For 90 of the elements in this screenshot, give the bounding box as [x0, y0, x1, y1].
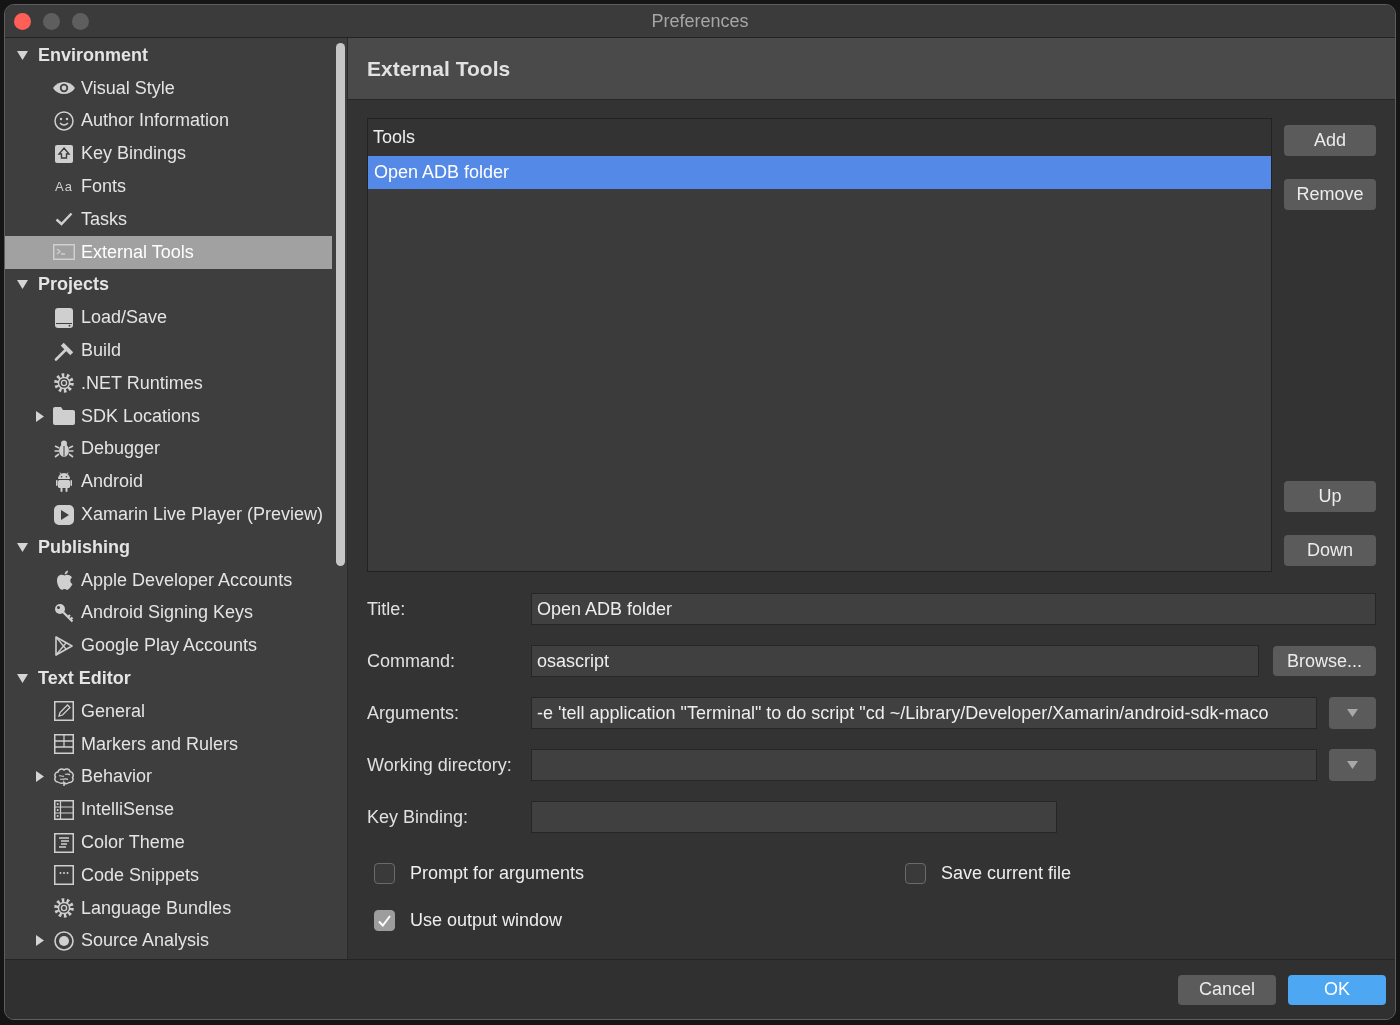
sidebar-item[interactable]: Google Play Accounts [5, 629, 332, 663]
sidebar-item[interactable]: .NET Runtimes [5, 366, 332, 400]
sidebar-item[interactable]: Apple Developer Accounts [5, 563, 332, 597]
field-label: Working directory: [367, 754, 513, 776]
grid-icon [54, 734, 74, 755]
sidebar-item[interactable]: Aa Fonts [5, 170, 332, 203]
checkbox[interactable] [374, 910, 395, 931]
sidebar-item[interactable]: Android Signing Keys [5, 596, 332, 630]
sidebar-item[interactable]: Key Bindings [5, 137, 332, 171]
hammer-icon [54, 340, 74, 361]
field-label: Title: [367, 598, 407, 620]
ellipsis-box-icon [54, 865, 74, 886]
target-icon [54, 930, 74, 951]
bug-icon [54, 438, 74, 459]
up-button[interactable]: Up [1284, 481, 1376, 512]
sidebar-item[interactable]: Language Bundles [5, 891, 332, 925]
disclosure-triangle-icon[interactable] [36, 935, 44, 947]
list-icon [54, 799, 74, 820]
input-field[interactable]: -e 'tell application "Terminal" to do script "cd ~/Library/Developer/Xamarin/android-sdk-maco [531, 697, 1317, 729]
panel-title: External Tools [367, 56, 511, 81]
font-sample-glyph: Aa [55, 179, 73, 195]
field-label: Key Binding: [367, 806, 470, 828]
disclosure-triangle-icon[interactable] [17, 674, 28, 684]
checkbox-label: Save current file [941, 863, 1072, 884]
sidebar-item[interactable]: IntelliSense [5, 793, 332, 827]
gear-icon [54, 898, 74, 919]
disclosure-triangle-icon[interactable] [36, 771, 44, 783]
check-icon [378, 914, 391, 927]
document-lines-icon [54, 832, 74, 853]
gear-icon [54, 373, 74, 394]
eye-icon [53, 81, 75, 96]
terminal-icon [53, 244, 75, 261]
disclosure-triangle-icon[interactable] [17, 50, 28, 60]
sidebar-item[interactable]: Debugger [5, 432, 332, 466]
sidebar-item[interactable]: Color Theme [5, 826, 332, 859]
sidebar-item[interactable]: Code Snippets [5, 858, 332, 892]
edit-icon [54, 701, 74, 722]
scrollbar-thumb[interactable] [336, 43, 345, 566]
down-button[interactable]: Down [1284, 535, 1376, 566]
sidebar-item[interactable]: Author Information [5, 104, 332, 138]
input-field[interactable]: osascript [531, 645, 1259, 677]
browse-button[interactable]: Browse... [1273, 646, 1376, 676]
brain-icon [54, 767, 74, 786]
check-icon [55, 212, 73, 227]
checkbox-label: Prompt for arguments [410, 863, 585, 884]
disclosure-triangle-icon[interactable] [17, 280, 28, 290]
key-icon [54, 602, 74, 623]
column-header: Tools [368, 119, 1271, 156]
shift-key-icon [55, 144, 73, 163]
smiley-icon [54, 111, 74, 131]
sidebar-item[interactable]: Markers and Rulers [5, 727, 332, 761]
robot-icon [56, 471, 72, 492]
sidebar-item[interactable]: Android [5, 465, 332, 499]
sidebar-item[interactable]: Xamarin Live Player (Preview) [5, 498, 332, 531]
sidebar-item[interactable]: Build [5, 334, 332, 367]
sidebar-section-header[interactable]: Text Editor [5, 662, 332, 695]
disclosure-triangle-icon[interactable] [36, 410, 44, 422]
sidebar-item[interactable]: General [5, 694, 332, 728]
checkbox[interactable] [905, 863, 926, 884]
sidebar-section-header[interactable]: Environment [5, 39, 332, 72]
sidebar-item[interactable]: SDK Locations [5, 399, 332, 433]
sidebar-item[interactable]: Visual Style [5, 71, 332, 105]
sidebar-section-header[interactable]: Projects [5, 268, 332, 302]
folder-icon [53, 407, 75, 426]
field-label: Arguments: [367, 702, 461, 724]
input-field[interactable]: Open ADB folder [531, 593, 1376, 625]
sidebar-item[interactable]: Load/Save [5, 301, 332, 335]
field-label: Command: [367, 650, 457, 672]
add-button[interactable]: Add [1284, 125, 1376, 156]
input-field[interactable] [531, 801, 1057, 833]
input-field[interactable] [531, 749, 1317, 781]
dropdown-button[interactable] [1329, 749, 1376, 781]
disclosure-triangle-icon[interactable] [17, 542, 28, 552]
close-button[interactable] [14, 12, 31, 30]
checkbox-label: Use output window [410, 910, 563, 931]
apple-icon [55, 570, 73, 591]
caret-icon [1347, 709, 1358, 717]
dropdown-button[interactable] [1329, 697, 1376, 729]
checkbox[interactable] [374, 863, 395, 884]
drive-icon [55, 307, 73, 328]
window-title: Preferences [651, 10, 749, 32]
play-triangle-icon [55, 635, 73, 656]
caret-icon [1347, 761, 1358, 769]
sidebar-item[interactable]: Behavior [5, 760, 332, 794]
sidebar-item[interactable]: Source Analysis [5, 924, 332, 958]
cancel-button[interactable]: Cancel [1178, 974, 1276, 1005]
sidebar-item[interactable]: Tasks [5, 203, 332, 236]
play-icon [54, 504, 74, 525]
sidebar-section-header[interactable]: Publishing [5, 530, 332, 564]
remove-button[interactable]: Remove [1284, 179, 1376, 210]
